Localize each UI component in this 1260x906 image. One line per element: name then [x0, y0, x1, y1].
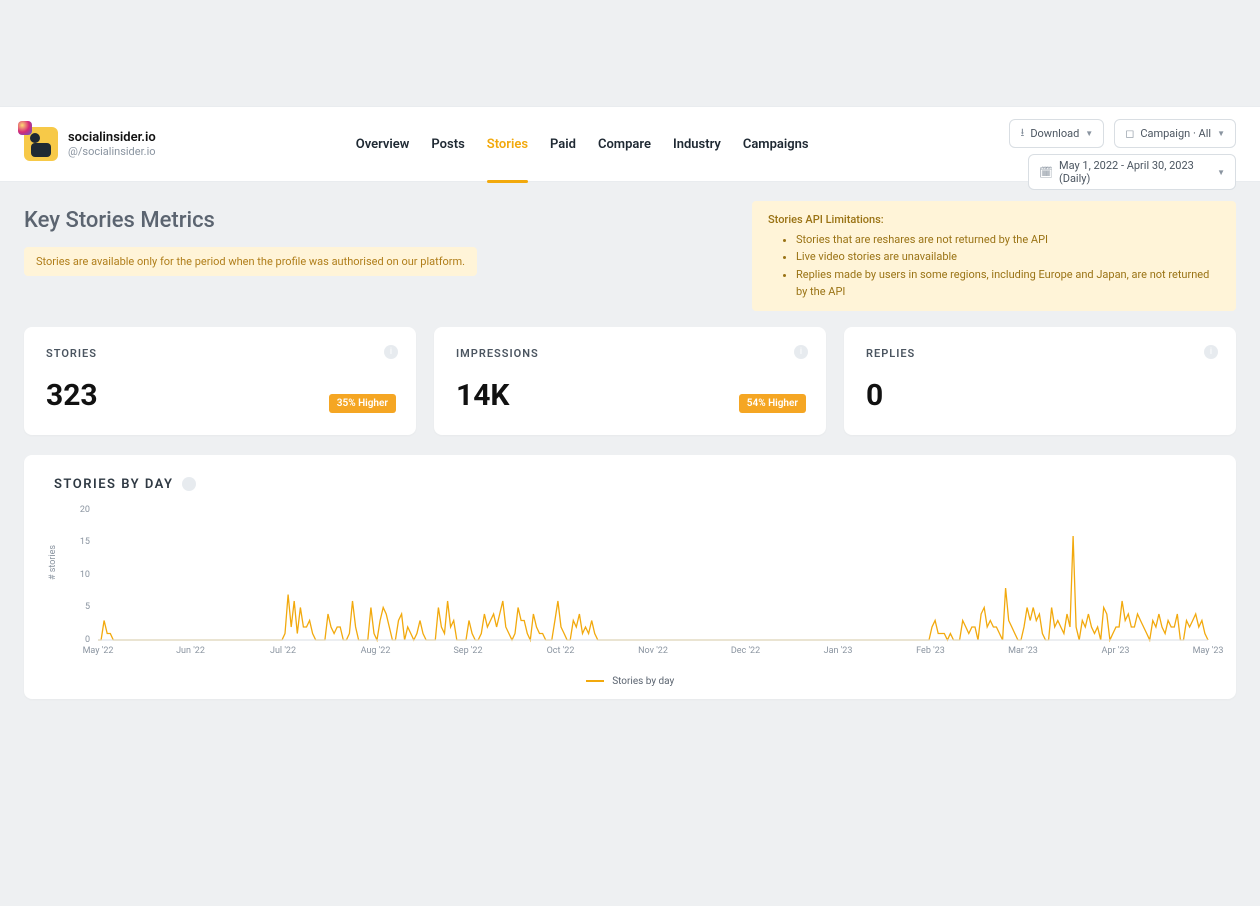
top-right-controls: ⭳ Download ▼ ◻ Campaign · All ▼ 🗓 May 1,…	[1009, 119, 1236, 190]
download-label: Download	[1030, 127, 1079, 140]
chevron-down-icon: ▼	[1217, 129, 1225, 138]
instagram-badge-icon	[18, 121, 32, 135]
x-axis: May '22Jun '22Jul '22Aug '22Sep '22Oct '…	[98, 646, 1206, 660]
x-tick: Sep '22	[453, 646, 482, 656]
info-icon[interactable]: i	[794, 345, 808, 359]
chart-line	[98, 510, 1208, 640]
chart-plot	[98, 510, 1206, 640]
tab-campaigns[interactable]: Campaigns	[743, 133, 809, 156]
chart-area: # stories 05101520 May '22Jun '22Jul '22…	[54, 510, 1206, 670]
content: Key Stories Metrics Stories are availabl…	[0, 182, 1260, 699]
tab-posts[interactable]: Posts	[431, 133, 464, 156]
chart-legend: Stories by day	[54, 676, 1206, 687]
change-badge: 35% Higher	[329, 394, 396, 413]
topbar: socialinsider.io @/socialinsider.io Over…	[0, 106, 1260, 182]
tab-stories[interactable]: Stories	[487, 133, 528, 156]
x-tick: Jan '23	[824, 646, 853, 656]
x-tick: Apr '23	[1102, 646, 1130, 656]
x-tick: Jun '22	[176, 646, 205, 656]
card-label: REPLIES	[866, 347, 1214, 360]
date-range-label: May 1, 2022 - April 30, 2023 (Daily)	[1059, 159, 1211, 185]
limitation-item: Stories that are reshares are not return…	[796, 231, 1220, 249]
card-stories: STORIES i 323 35% Higher	[24, 327, 416, 435]
info-icon[interactable]	[182, 477, 196, 491]
brand-text: socialinsider.io @/socialinsider.io	[68, 130, 156, 158]
card-value: 0	[866, 378, 1214, 413]
x-tick: Nov '22	[638, 646, 668, 656]
campaign-filter-label: Campaign · All	[1140, 127, 1211, 140]
x-tick: May '22	[83, 646, 114, 656]
brand-logo	[24, 127, 58, 161]
y-axis: 05101520	[54, 510, 94, 640]
brand: socialinsider.io @/socialinsider.io	[24, 127, 156, 161]
change-badge: 54% Higher	[739, 394, 806, 413]
chart-title: STORIES BY DAY	[54, 477, 1206, 492]
legend-label: Stories by day	[612, 676, 674, 687]
chart-card: STORIES BY DAY # stories 05101520 May '2…	[24, 455, 1236, 699]
download-button[interactable]: ⭳ Download ▼	[1009, 119, 1104, 148]
x-tick: Jul '22	[270, 646, 296, 656]
y-tick: 10	[80, 570, 90, 580]
y-tick: 15	[80, 537, 90, 547]
info-icon[interactable]: i	[1204, 345, 1218, 359]
limitations-note: Stories API Limitations: Stories that ar…	[752, 201, 1236, 311]
y-tick: 0	[85, 635, 90, 645]
card-label: IMPRESSIONS	[456, 347, 804, 360]
tab-compare[interactable]: Compare	[598, 133, 651, 156]
legend-swatch	[586, 680, 604, 682]
limitation-item: Live video stories are unavailable	[796, 248, 1220, 266]
campaign-filter[interactable]: ◻ Campaign · All ▼	[1114, 119, 1236, 148]
card-replies: REPLIES i 0	[844, 327, 1236, 435]
date-range-picker[interactable]: 🗓 May 1, 2022 - April 30, 2023 (Daily) ▼	[1028, 154, 1236, 190]
card-impressions: IMPRESSIONS i 14K 54% Higher	[434, 327, 826, 435]
info-icon[interactable]: i	[384, 345, 398, 359]
availability-note: Stories are available only for the perio…	[24, 247, 477, 276]
chevron-down-icon: ▼	[1217, 168, 1225, 177]
y-tick: 5	[85, 602, 90, 612]
x-tick: May '23	[1193, 646, 1224, 656]
brand-handle: @/socialinsider.io	[68, 145, 156, 158]
chevron-down-icon: ▼	[1085, 129, 1093, 138]
download-icon: ⭳	[1020, 124, 1024, 143]
nav-tabs: Overview Posts Stories Paid Compare Indu…	[356, 133, 809, 156]
brand-title: socialinsider.io	[68, 130, 156, 145]
chart-title-text: STORIES BY DAY	[54, 477, 174, 492]
limitations-title: Stories API Limitations:	[768, 211, 1220, 229]
y-tick: 20	[80, 505, 90, 515]
x-tick: Dec '22	[731, 646, 760, 656]
x-tick: Mar '23	[1008, 646, 1038, 656]
metric-cards: STORIES i 323 35% Higher IMPRESSIONS i 1…	[24, 327, 1236, 435]
calendar-icon: 🗓	[1039, 166, 1053, 179]
tab-paid[interactable]: Paid	[550, 133, 576, 156]
tab-overview[interactable]: Overview	[356, 133, 410, 156]
limitation-item: Replies made by users in some regions, i…	[796, 266, 1220, 301]
bookmark-icon: ◻	[1125, 127, 1134, 140]
x-tick: Oct '22	[547, 646, 575, 656]
x-tick: Aug '22	[361, 646, 391, 656]
card-label: STORIES	[46, 347, 394, 360]
tab-industry[interactable]: Industry	[673, 133, 721, 156]
x-tick: Feb '23	[916, 646, 945, 656]
